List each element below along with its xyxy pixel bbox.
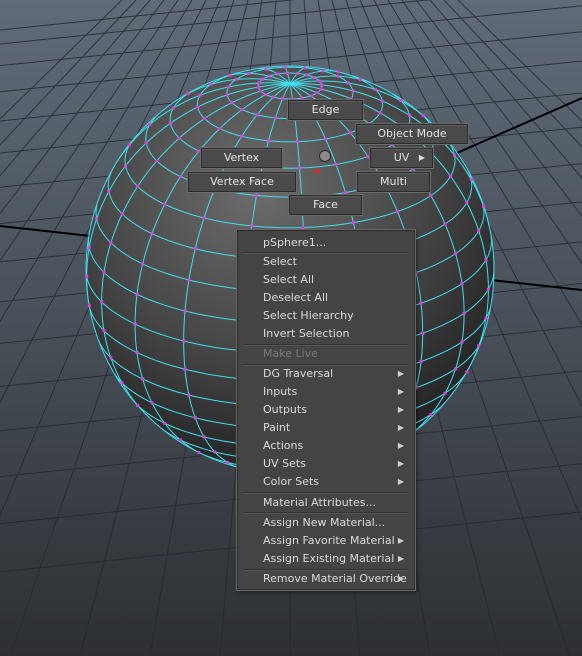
marking-menu-center-icon (319, 150, 331, 162)
menu-item-deselect-all[interactable]: Deselect All (238, 289, 414, 307)
uv-button[interactable]: UV ▶ (370, 148, 433, 168)
edge-button[interactable]: Edge (288, 100, 363, 120)
vertex-label: Vertex (223, 151, 260, 164)
menu-item-label: Assign New Material... (263, 516, 386, 529)
context-menu: pSphere1... Select Select All Deselect A… (237, 230, 415, 590)
submenu-arrow-icon: ▶ (397, 423, 404, 432)
menu-item-select-hierarchy[interactable]: Select Hierarchy (238, 307, 414, 325)
submenu-arrow-icon: ▶ (397, 536, 404, 545)
menu-item-label: Paint (263, 421, 291, 434)
face-label: Face (313, 198, 338, 211)
edge-label: Edge (311, 103, 340, 116)
submenu-arrow-icon: ▶ (397, 477, 404, 486)
menu-item-label: Actions (263, 439, 304, 452)
menu-item-assign-new-material[interactable]: Assign New Material... (238, 514, 414, 532)
submenu-arrow-icon: ▶ (397, 574, 404, 583)
menu-item-select-all[interactable]: Select All (238, 271, 414, 289)
menu-item-make-live: Make Live (238, 345, 414, 363)
menu-item-label: Invert Selection (263, 327, 350, 340)
menu-item-label: Deselect All (263, 291, 329, 304)
menu-item-label: Outputs (263, 403, 307, 416)
vertex-face-button[interactable]: Vertex Face (188, 172, 296, 192)
uv-label: UV (393, 151, 410, 164)
menu-item-label: Select (263, 255, 297, 268)
object-mode-button[interactable]: Object Mode (356, 124, 468, 144)
vertex-button[interactable]: Vertex (201, 148, 282, 168)
submenu-arrow-icon: ▶ (397, 554, 404, 563)
menu-item-material-attributes[interactable]: Material Attributes... (238, 494, 414, 512)
menu-item-inputs[interactable]: Inputs ▶ (238, 383, 414, 401)
submenu-arrow-icon: ▶ (397, 459, 404, 468)
submenu-arrow-icon: ▶ (397, 369, 404, 378)
menu-item-remove-material-override[interactable]: Remove Material Override ▶ (238, 570, 414, 588)
menu-item-label: Remove Material Override (263, 572, 407, 585)
menu-item-label: Select Hierarchy (263, 309, 354, 322)
menu-item-label: Assign Existing Material (263, 552, 395, 565)
menu-item-outputs[interactable]: Outputs ▶ (238, 401, 414, 419)
triangle-right-icon: ▶ (418, 153, 425, 162)
menu-item-paint[interactable]: Paint ▶ (238, 419, 414, 437)
menu-item-label: Select All (263, 273, 315, 286)
submenu-arrow-icon: ▶ (397, 387, 404, 396)
menu-item-invert-selection[interactable]: Invert Selection (238, 325, 414, 343)
vertex-face-label: Vertex Face (210, 175, 274, 188)
menu-item-assign-existing-material[interactable]: Assign Existing Material ▶ (238, 550, 414, 568)
menu-item-label: DG Traversal (263, 367, 334, 380)
submenu-arrow-icon: ▶ (397, 405, 404, 414)
multi-label: Multi (380, 175, 407, 188)
object-mode-label: Object Mode (377, 127, 447, 140)
header-label: pSphere1... (263, 236, 327, 249)
menu-item-label: Make Live (263, 347, 318, 360)
menu-item-label: Material Attributes... (263, 496, 376, 509)
multi-button[interactable]: Multi (357, 172, 430, 192)
menu-item-label: Color Sets (263, 475, 320, 488)
menu-item-color-sets[interactable]: Color Sets ▶ (238, 473, 414, 491)
menu-item-actions[interactable]: Actions ▶ (238, 437, 414, 455)
menu-item-assign-favorite-material[interactable]: Assign Favorite Material ▶ (238, 532, 414, 550)
selected-vertex (315, 169, 319, 173)
menu-item-dg-traversal[interactable]: DG Traversal ▶ (238, 365, 414, 383)
menu-item-label: UV Sets (263, 457, 306, 470)
face-button[interactable]: Face (289, 195, 362, 215)
menu-item-label: Inputs (263, 385, 298, 398)
submenu-arrow-icon: ▶ (397, 441, 404, 450)
menu-item-uv-sets[interactable]: UV Sets ▶ (238, 455, 414, 473)
menu-item-select[interactable]: Select (238, 253, 414, 271)
menu-header-object-name[interactable]: pSphere1... (238, 234, 414, 252)
menu-item-label: Assign Favorite Material (263, 534, 395, 547)
